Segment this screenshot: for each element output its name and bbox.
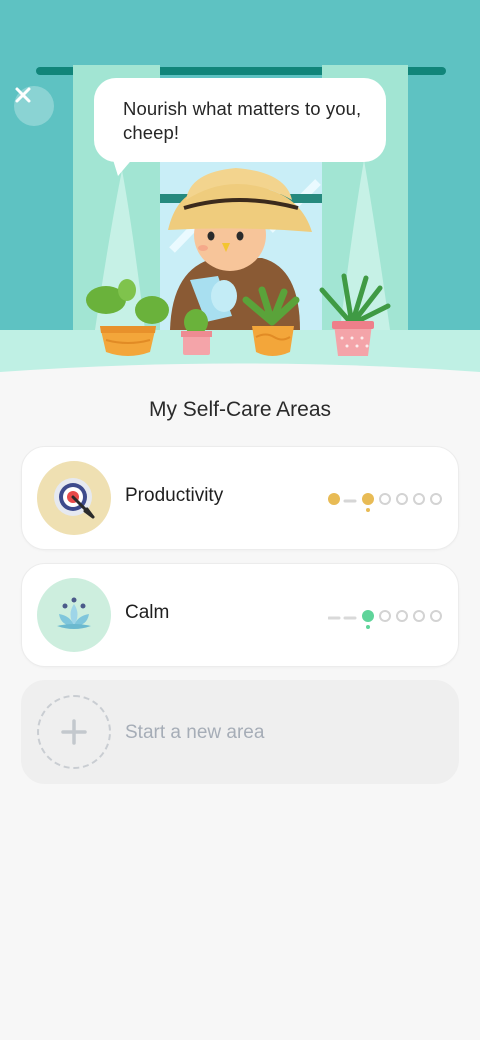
start-new-area-label: Start a new area — [125, 722, 265, 743]
progress-step-future — [396, 493, 408, 505]
lotus-icon — [57, 597, 91, 629]
progress-step-future — [396, 610, 408, 622]
close-button[interactable] — [14, 86, 54, 126]
add-area-circle — [37, 695, 111, 769]
progress-step-done — [328, 493, 340, 505]
close-icon — [15, 87, 31, 103]
progress-step-current — [362, 610, 374, 622]
progress-step-future — [379, 493, 391, 505]
area-icon-bg — [37, 461, 111, 535]
progress-step-future — [413, 610, 425, 622]
progress-step-future — [379, 610, 391, 622]
progress-current-marker — [366, 625, 370, 629]
progress-step-future — [430, 610, 442, 622]
progress-track — [328, 493, 442, 512]
progress-current-marker — [366, 508, 370, 512]
section-title: My Self-Care Areas — [148, 398, 332, 421]
progress-step-future — [413, 493, 425, 505]
target-icon — [54, 478, 95, 519]
progress-step-future — [430, 493, 442, 505]
area-card-productivity[interactable]: Productivity — [21, 446, 459, 550]
progress-step-current — [362, 493, 374, 505]
speech-bubble-tail — [110, 150, 140, 176]
progress-track — [328, 610, 442, 629]
area-card-calm[interactable]: Calm — [21, 563, 459, 667]
window-scene-illustration — [0, 0, 480, 380]
start-new-area-button[interactable]: Start a new area — [21, 680, 459, 784]
area-title: Calm — [125, 602, 170, 623]
plus-icon — [61, 719, 87, 745]
hero-illustration: Nourish what matters to you, cheep! — [0, 0, 480, 380]
area-icon-bg — [37, 578, 111, 652]
area-title: Productivity — [125, 485, 224, 506]
speech-bubble-text: Nourish what matters to you, cheep! — [123, 98, 362, 143]
